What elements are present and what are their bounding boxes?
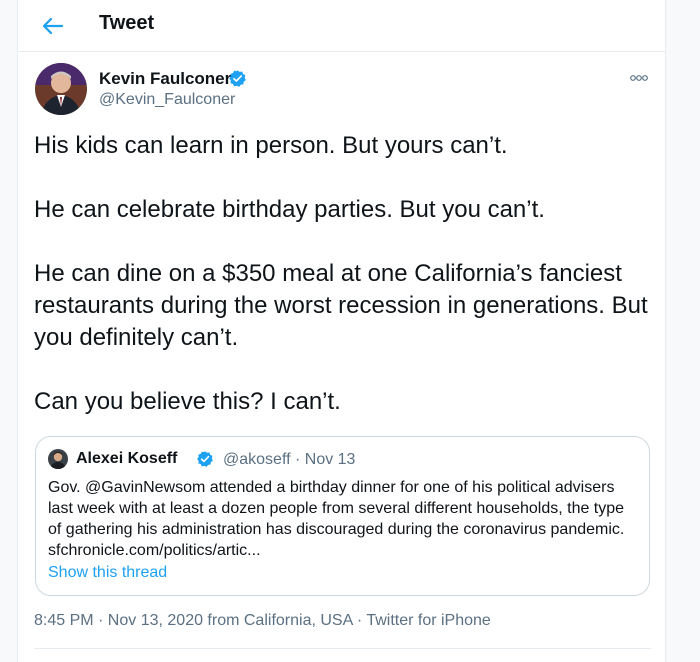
quoted-author-handle-date: @akoseff · Nov 13 <box>223 451 356 468</box>
show-thread-link[interactable]: Show this thread <box>48 564 167 582</box>
quoted-author-name: Alexei Koseff <box>76 450 178 467</box>
back-button[interactable] <box>36 9 70 43</box>
tweet-location[interactable]: California, USA <box>244 612 353 629</box>
author-handle[interactable]: @Kevin_Faulconer <box>99 91 235 109</box>
meta-separator: · <box>352 612 367 629</box>
verified-badge-icon <box>197 451 213 467</box>
more-options-button[interactable] <box>624 68 654 88</box>
quoted-author-avatar <box>48 449 68 469</box>
tweet-line: Can you believe this? I can’t. <box>34 388 341 415</box>
author-name[interactable]: Kevin Faulconer <box>99 69 231 89</box>
tweet-line: His kids can learn in person. But yours … <box>34 132 508 159</box>
tweet-source[interactable]: Twitter for iPhone <box>366 612 491 629</box>
tweet-timestamp[interactable]: 8:45 PM · Nov 13, 2020 <box>34 612 203 629</box>
tweet-line: He can dine on a $350 meal at one Califo… <box>34 260 648 351</box>
tweet-line: He can celebrate birthday parties. But y… <box>34 196 545 223</box>
verified-badge-icon <box>229 70 246 87</box>
quoted-tweet-text: Gov. @GavinNewsom attended a birthday di… <box>48 479 625 559</box>
tweet-metadata: 8:45 PM · Nov 13, 2020 from California, … <box>34 612 491 630</box>
divider <box>34 648 651 649</box>
tweet-text: His kids can learn in person. But yours … <box>34 130 656 418</box>
quoted-tweet-card[interactable]: Alexei Koseff @akoseff · Nov 13 Gov. @Ga… <box>35 436 650 596</box>
tweet-detail-panel: Tweet Kevin Faulconer @Kevin_Faulconer H… <box>17 0 666 662</box>
meta-from: from <box>202 612 244 629</box>
more-horizontal-icon <box>630 75 648 81</box>
arrow-left-icon <box>42 17 64 35</box>
top-bar: Tweet <box>18 0 665 52</box>
author-avatar[interactable] <box>35 63 87 115</box>
page-title: Tweet <box>99 12 155 34</box>
